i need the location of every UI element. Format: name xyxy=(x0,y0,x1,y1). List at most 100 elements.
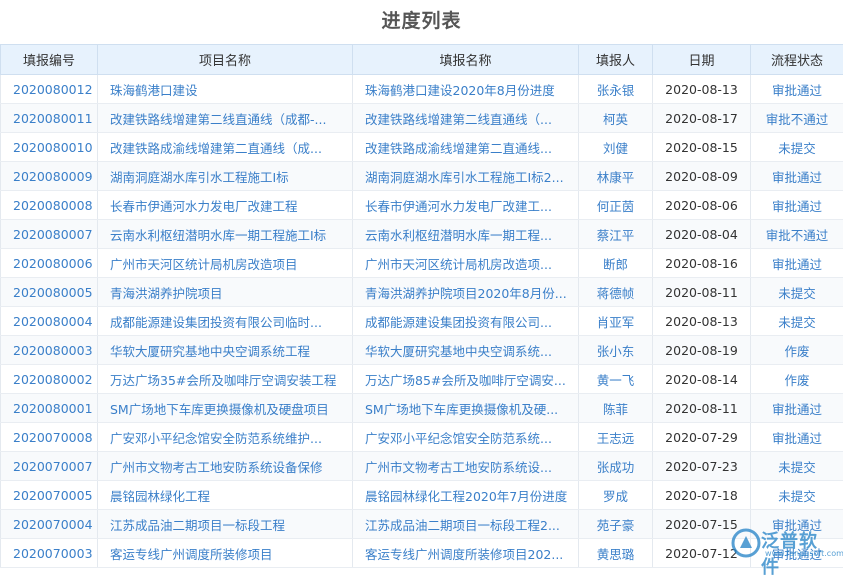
report-id-link[interactable]: 2020070005 xyxy=(1,481,98,510)
table-row[interactable]: 2020080009湖南洞庭湖水库引水工程施工I标湖南洞庭湖水库引水工程施工I标… xyxy=(1,162,843,191)
report-name-link[interactable]: 湖南洞庭湖水库引水工程施工I标2... xyxy=(353,162,579,191)
report-name-link[interactable]: 青海洪湖养护院项目2020年8月份... xyxy=(353,278,579,307)
table-row[interactable]: 2020080001SM广场地下车库更换摄像机及硬盘项目SM广场地下车库更换摄像… xyxy=(1,394,843,423)
report-name-link[interactable]: 改建铁路线增建第二线直通线（... xyxy=(353,104,579,133)
report-name-link[interactable]: 改建铁路成渝线增建第二直通线... xyxy=(353,133,579,162)
project-name-link[interactable]: 广州市文物考古工地安防系统设备保修 xyxy=(98,452,353,481)
table-row[interactable]: 2020080004成都能源建设集团投资有限公司临时...成都能源建设集团投资有… xyxy=(1,307,843,336)
reporter-link[interactable]: 罗成 xyxy=(579,481,653,510)
reporter-link[interactable]: 张永银 xyxy=(579,75,653,104)
reporter-link[interactable]: 黄一飞 xyxy=(579,365,653,394)
report-id-link[interactable]: 2020080001 xyxy=(1,394,98,423)
table-row[interactable]: 2020080012珠海鹤港口建设珠海鹤港口建设2020年8月份进度张永银202… xyxy=(1,75,843,104)
report-id-link[interactable]: 2020070008 xyxy=(1,423,98,452)
status-cell: 审批通过 xyxy=(751,191,843,220)
reporter-link[interactable]: 何正茵 xyxy=(579,191,653,220)
date-cell: 2020-08-16 xyxy=(653,249,751,278)
project-name-link[interactable]: 江苏成品油二期项目一标段工程 xyxy=(98,510,353,539)
table-row[interactable]: 2020080003华软大厦研究基地中央空调系统工程华软大厦研究基地中央空调系统… xyxy=(1,336,843,365)
report-id-link[interactable]: 2020080011 xyxy=(1,104,98,133)
project-name-link[interactable]: 青海洪湖养护院项目 xyxy=(98,278,353,307)
report-id-link[interactable]: 2020080002 xyxy=(1,365,98,394)
project-name-link[interactable]: SM广场地下车库更换摄像机及硬盘项目 xyxy=(98,394,353,423)
table-row[interactable]: 2020070007广州市文物考古工地安防系统设备保修广州市文物考古工地安防系统… xyxy=(1,452,843,481)
reporter-link[interactable]: 蒋德帧 xyxy=(579,278,653,307)
column-header-date[interactable]: 日期 xyxy=(653,45,751,75)
project-name-link[interactable]: 华软大厦研究基地中央空调系统工程 xyxy=(98,336,353,365)
report-id-link[interactable]: 2020070007 xyxy=(1,452,98,481)
reporter-link[interactable]: 断郎 xyxy=(579,249,653,278)
report-id-link[interactable]: 2020080008 xyxy=(1,191,98,220)
project-name-link[interactable]: 客运专线广州调度所装修项目 xyxy=(98,539,353,568)
report-name-link[interactable]: 广州市天河区统计局机房改造项... xyxy=(353,249,579,278)
report-name-link[interactable]: 成都能源建设集团投资有限公司... xyxy=(353,307,579,336)
project-name-link[interactable]: 广州市天河区统计局机房改造项目 xyxy=(98,249,353,278)
report-id-link[interactable]: 2020080004 xyxy=(1,307,98,336)
project-name-link[interactable]: 广安邓小平纪念馆安全防范系统维护... xyxy=(98,423,353,452)
reporter-link[interactable]: 张小东 xyxy=(579,336,653,365)
table-row[interactable]: 2020080006广州市天河区统计局机房改造项目广州市天河区统计局机房改造项.… xyxy=(1,249,843,278)
reporter-link[interactable]: 黄思璐 xyxy=(579,539,653,568)
date-cell: 2020-08-11 xyxy=(653,278,751,307)
project-name-link[interactable]: 万达广场35#会所及咖啡厅空调安装工程 xyxy=(98,365,353,394)
reporter-link[interactable]: 陈菲 xyxy=(579,394,653,423)
project-name-link[interactable]: 云南水利枢纽潜明水库一期工程施工I标 xyxy=(98,220,353,249)
reporter-link[interactable]: 刘健 xyxy=(579,133,653,162)
report-name-link[interactable]: 云南水利枢纽潜明水库一期工程... xyxy=(353,220,579,249)
report-id-link[interactable]: 2020070003 xyxy=(1,539,98,568)
column-header-report-id[interactable]: 填报编号 xyxy=(1,45,98,75)
reporter-link[interactable]: 苑子豪 xyxy=(579,510,653,539)
report-name-link[interactable]: 客运专线广州调度所装修项目202... xyxy=(353,539,579,568)
report-name-link[interactable]: 万达广场85#会所及咖啡厅空调安... xyxy=(353,365,579,394)
table-row[interactable]: 2020080010改建铁路成渝线增建第二直通线（成...改建铁路成渝线增建第二… xyxy=(1,133,843,162)
table-row[interactable]: 2020070003客运专线广州调度所装修项目客运专线广州调度所装修项目202.… xyxy=(1,539,843,568)
reporter-link[interactable]: 肖亚军 xyxy=(579,307,653,336)
table-row[interactable]: 2020080007云南水利枢纽潜明水库一期工程施工I标云南水利枢纽潜明水库一期… xyxy=(1,220,843,249)
report-name-link[interactable]: 广安邓小平纪念馆安全防范系统... xyxy=(353,423,579,452)
reporter-link[interactable]: 林康平 xyxy=(579,162,653,191)
report-name-link[interactable]: SM广场地下车库更换摄像机及硬... xyxy=(353,394,579,423)
table-row[interactable]: 2020080011改建铁路线增建第二线直通线（成都-...改建铁路线增建第二线… xyxy=(1,104,843,133)
table-row[interactable]: 2020070005晨铭园林绿化工程晨铭园林绿化工程2020年7月份进度罗成20… xyxy=(1,481,843,510)
report-name-link[interactable]: 珠海鹤港口建设2020年8月份进度 xyxy=(353,75,579,104)
table-row[interactable]: 2020080005青海洪湖养护院项目青海洪湖养护院项目2020年8月份...蒋… xyxy=(1,278,843,307)
project-name-link[interactable]: 成都能源建设集团投资有限公司临时... xyxy=(98,307,353,336)
page-title: 进度列表 xyxy=(0,0,843,44)
report-id-link[interactable]: 2020070004 xyxy=(1,510,98,539)
project-name-link[interactable]: 改建铁路线增建第二线直通线（成都-... xyxy=(98,104,353,133)
report-id-link[interactable]: 2020080006 xyxy=(1,249,98,278)
column-header-report-name[interactable]: 填报名称 xyxy=(353,45,579,75)
report-name-link[interactable]: 华软大厦研究基地中央空调系统... xyxy=(353,336,579,365)
report-id-link[interactable]: 2020080007 xyxy=(1,220,98,249)
reporter-link[interactable]: 柯英 xyxy=(579,104,653,133)
date-cell: 2020-08-09 xyxy=(653,162,751,191)
project-name-link[interactable]: 长春市伊通河水力发电厂改建工程 xyxy=(98,191,353,220)
table-row[interactable]: 2020070004江苏成品油二期项目一标段工程江苏成品油二期项目一标段工程2.… xyxy=(1,510,843,539)
date-cell: 2020-08-19 xyxy=(653,336,751,365)
report-id-link[interactable]: 2020080012 xyxy=(1,75,98,104)
column-header-project-name[interactable]: 项目名称 xyxy=(98,45,353,75)
table-row[interactable]: 2020080008长春市伊通河水力发电厂改建工程长春市伊通河水力发电厂改建工.… xyxy=(1,191,843,220)
report-id-link[interactable]: 2020080009 xyxy=(1,162,98,191)
reporter-link[interactable]: 张成功 xyxy=(579,452,653,481)
project-name-link[interactable]: 珠海鹤港口建设 xyxy=(98,75,353,104)
report-name-link[interactable]: 晨铭园林绿化工程2020年7月份进度 xyxy=(353,481,579,510)
report-name-link[interactable]: 长春市伊通河水力发电厂改建工... xyxy=(353,191,579,220)
project-name-link[interactable]: 晨铭园林绿化工程 xyxy=(98,481,353,510)
reporter-link[interactable]: 蔡江平 xyxy=(579,220,653,249)
table-row[interactable]: 2020070008广安邓小平纪念馆安全防范系统维护...广安邓小平纪念馆安全防… xyxy=(1,423,843,452)
report-id-link[interactable]: 2020080005 xyxy=(1,278,98,307)
reporter-link[interactable]: 王志远 xyxy=(579,423,653,452)
report-name-link[interactable]: 广州市文物考古工地安防系统设... xyxy=(353,452,579,481)
report-id-link[interactable]: 2020080003 xyxy=(1,336,98,365)
project-name-link[interactable]: 改建铁路成渝线增建第二直通线（成... xyxy=(98,133,353,162)
date-cell: 2020-07-23 xyxy=(653,452,751,481)
column-header-status[interactable]: 流程状态 xyxy=(751,45,843,75)
project-name-link[interactable]: 湖南洞庭湖水库引水工程施工I标 xyxy=(98,162,353,191)
table-row[interactable]: 2020080002万达广场35#会所及咖啡厅空调安装工程万达广场85#会所及咖… xyxy=(1,365,843,394)
report-id-link[interactable]: 2020080010 xyxy=(1,133,98,162)
column-header-reporter[interactable]: 填报人 xyxy=(579,45,653,75)
status-cell: 审批通过 xyxy=(751,162,843,191)
status-cell: 审批通过 xyxy=(751,539,843,568)
report-name-link[interactable]: 江苏成品油二期项目一标段工程2... xyxy=(353,510,579,539)
